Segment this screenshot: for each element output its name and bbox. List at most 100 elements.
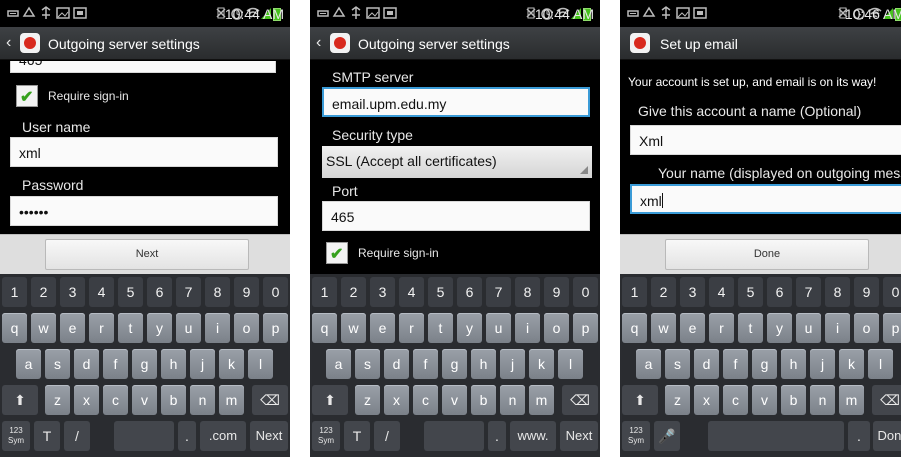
key-k[interactable]: k bbox=[529, 349, 554, 379]
key-a[interactable]: a bbox=[326, 349, 351, 379]
key-n[interactable]: n bbox=[810, 385, 835, 415]
key-s[interactable]: s bbox=[45, 349, 70, 379]
shift-key[interactable]: ⬆ bbox=[2, 385, 38, 415]
key-4[interactable]: 4 bbox=[89, 277, 114, 307]
key-g[interactable]: g bbox=[752, 349, 777, 379]
www-key[interactable]: www. bbox=[510, 421, 556, 451]
key-l[interactable]: l bbox=[868, 349, 893, 379]
key-y[interactable]: y bbox=[457, 313, 482, 343]
smtp-server-field[interactable]: email.upm.edu.my bbox=[322, 87, 590, 117]
space-key[interactable] bbox=[708, 421, 844, 451]
key-b[interactable]: b bbox=[471, 385, 496, 415]
key-g[interactable]: g bbox=[442, 349, 467, 379]
key-8[interactable]: 8 bbox=[825, 277, 850, 307]
key-slash[interactable]: / bbox=[64, 421, 90, 451]
key-dot[interactable]: . bbox=[848, 421, 870, 451]
username-field[interactable]: xml bbox=[10, 137, 278, 167]
key-x[interactable]: x bbox=[694, 385, 719, 415]
back-chevron-icon[interactable]: ‹ bbox=[316, 34, 321, 52]
key-6[interactable]: 6 bbox=[457, 277, 482, 307]
key-z[interactable]: z bbox=[355, 385, 380, 415]
key-e[interactable]: e bbox=[370, 313, 395, 343]
key-i[interactable]: i bbox=[825, 313, 850, 343]
key-w[interactable]: w bbox=[31, 313, 56, 343]
key-5[interactable]: 5 bbox=[118, 277, 143, 307]
next-key[interactable]: Next bbox=[560, 421, 598, 451]
key-0[interactable]: 0 bbox=[573, 277, 598, 307]
key-b[interactable]: b bbox=[781, 385, 806, 415]
key-dot[interactable]: . bbox=[178, 421, 196, 451]
key-n[interactable]: n bbox=[500, 385, 525, 415]
key-n[interactable]: n bbox=[190, 385, 215, 415]
key-s[interactable]: s bbox=[355, 349, 380, 379]
key-p[interactable]: p bbox=[263, 313, 288, 343]
require-signin-checkbox[interactable]: ✔ bbox=[326, 242, 348, 264]
next-button[interactable]: Next bbox=[45, 239, 249, 270]
key-e[interactable]: e bbox=[60, 313, 85, 343]
key-m[interactable]: m bbox=[839, 385, 864, 415]
next-key[interactable]: Next bbox=[250, 421, 288, 451]
key-e[interactable]: e bbox=[680, 313, 705, 343]
password-field[interactable]: •••••• bbox=[10, 196, 278, 226]
key-t[interactable]: t bbox=[118, 313, 143, 343]
key-v[interactable]: v bbox=[442, 385, 467, 415]
key-i[interactable]: i bbox=[205, 313, 230, 343]
sym-key[interactable]: 123 Sym bbox=[312, 421, 340, 451]
key-q[interactable]: q bbox=[622, 313, 647, 343]
key-z[interactable]: z bbox=[665, 385, 690, 415]
key-8[interactable]: 8 bbox=[515, 277, 540, 307]
key-z[interactable]: z bbox=[45, 385, 70, 415]
key-p[interactable]: p bbox=[573, 313, 598, 343]
dotcom-key[interactable]: .com bbox=[200, 421, 246, 451]
key-7[interactable]: 7 bbox=[796, 277, 821, 307]
key-u[interactable]: u bbox=[176, 313, 201, 343]
key-0[interactable]: 0 bbox=[883, 277, 901, 307]
key-7[interactable]: 7 bbox=[176, 277, 201, 307]
microphone-icon[interactable]: 🎤 bbox=[654, 421, 680, 451]
key-a[interactable]: a bbox=[636, 349, 661, 379]
key-v[interactable]: v bbox=[752, 385, 777, 415]
key-5[interactable]: 5 bbox=[428, 277, 453, 307]
key-6[interactable]: 6 bbox=[767, 277, 792, 307]
key-t[interactable]: t bbox=[428, 313, 453, 343]
key-g[interactable]: g bbox=[132, 349, 157, 379]
key-s[interactable]: s bbox=[665, 349, 690, 379]
shift-key[interactable]: ⬆ bbox=[622, 385, 658, 415]
key-u[interactable]: u bbox=[796, 313, 821, 343]
key-9[interactable]: 9 bbox=[234, 277, 259, 307]
key-d[interactable]: d bbox=[384, 349, 409, 379]
done-key[interactable]: Done bbox=[873, 421, 901, 451]
key-w[interactable]: w bbox=[651, 313, 676, 343]
text-input-mode-icon[interactable]: T bbox=[34, 421, 60, 451]
key-j[interactable]: j bbox=[810, 349, 835, 379]
key-0[interactable]: 0 bbox=[263, 277, 288, 307]
key-r[interactable]: r bbox=[709, 313, 734, 343]
key-q[interactable]: q bbox=[312, 313, 337, 343]
key-3[interactable]: 3 bbox=[680, 277, 705, 307]
key-slash[interactable]: / bbox=[374, 421, 400, 451]
key-4[interactable]: 4 bbox=[709, 277, 734, 307]
key-b[interactable]: b bbox=[161, 385, 186, 415]
text-input-mode-icon[interactable]: T bbox=[344, 421, 370, 451]
key-7[interactable]: 7 bbox=[486, 277, 511, 307]
key-h[interactable]: h bbox=[781, 349, 806, 379]
key-3[interactable]: 3 bbox=[60, 277, 85, 307]
sym-key[interactable]: 123 Sym bbox=[2, 421, 30, 451]
require-signin-checkbox[interactable]: ✔ bbox=[16, 85, 38, 107]
key-1[interactable]: 1 bbox=[2, 277, 27, 307]
key-h[interactable]: h bbox=[161, 349, 186, 379]
backspace-key[interactable]: ⌫ bbox=[562, 385, 598, 415]
your-name-field[interactable]: xml bbox=[630, 184, 901, 214]
key-h[interactable]: h bbox=[471, 349, 496, 379]
key-f[interactable]: f bbox=[413, 349, 438, 379]
key-x[interactable]: x bbox=[384, 385, 409, 415]
key-9[interactable]: 9 bbox=[854, 277, 879, 307]
key-u[interactable]: u bbox=[486, 313, 511, 343]
sym-key[interactable]: 123 Sym bbox=[622, 421, 650, 451]
shift-key[interactable]: ⬆ bbox=[312, 385, 348, 415]
key-3[interactable]: 3 bbox=[370, 277, 395, 307]
key-9[interactable]: 9 bbox=[544, 277, 569, 307]
key-5[interactable]: 5 bbox=[738, 277, 763, 307]
key-k[interactable]: k bbox=[219, 349, 244, 379]
key-j[interactable]: j bbox=[500, 349, 525, 379]
